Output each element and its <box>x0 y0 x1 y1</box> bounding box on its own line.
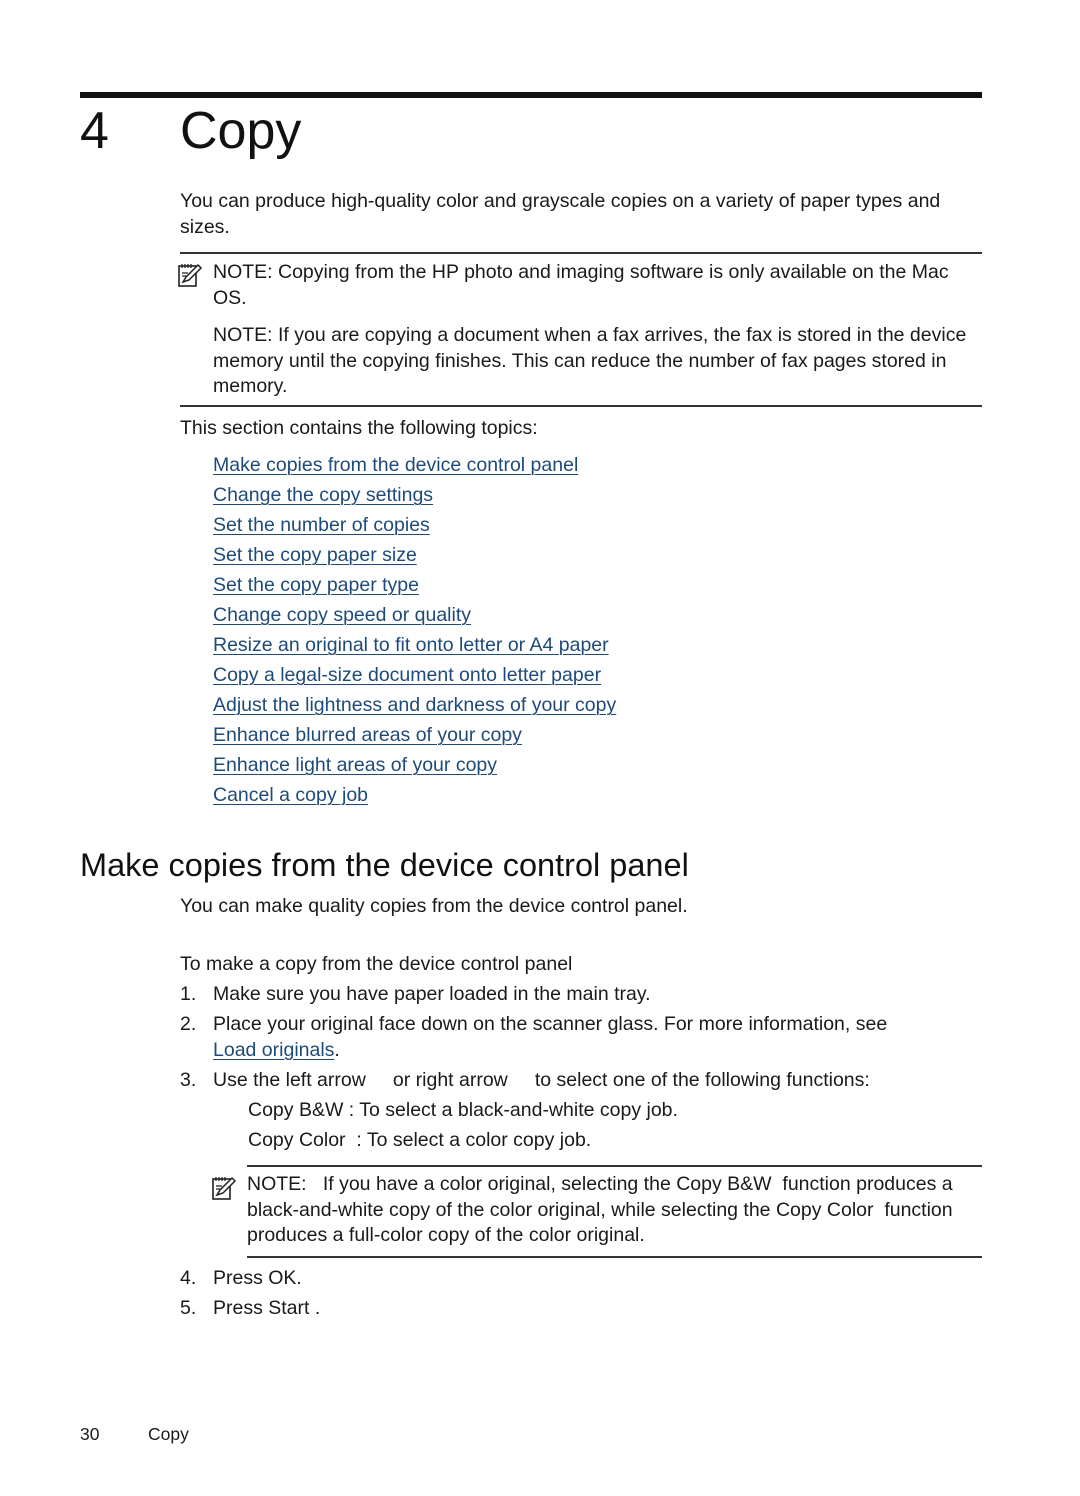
step-number: 4. <box>180 1267 197 1289</box>
chapter-intro: You can produce high-quality color and g… <box>180 190 941 238</box>
topics-intro: This section contains the following topi… <box>180 417 538 439</box>
note-text: NOTE: If you have a color original, sele… <box>247 1173 959 1246</box>
topic-link[interactable]: Cancel a copy job <box>213 780 616 810</box>
note-divider-bottom <box>180 405 982 407</box>
topics-link-list: Make copies from the device control pane… <box>213 450 616 810</box>
topic-link[interactable]: Make copies from the device control pane… <box>213 450 616 480</box>
step-number: 3. <box>180 1069 197 1091</box>
topic-link[interactable]: Set the copy paper size <box>213 540 616 570</box>
function-item: Copy B&W : To select a black-and-white c… <box>248 1099 678 1121</box>
step-number: 2. <box>180 1013 197 1035</box>
note-text: NOTE: Copying from the HP photo and imag… <box>213 261 949 309</box>
note-divider-top <box>180 252 982 254</box>
procedure-title: To make a copy from the device control p… <box>180 953 573 975</box>
section-intro: You can make quality copies from the dev… <box>180 895 688 917</box>
step-number: 5. <box>180 1297 197 1319</box>
step-text: Press OK. <box>213 1267 302 1289</box>
page-number: 30 <box>80 1424 100 1444</box>
note-divider-bottom <box>247 1256 982 1258</box>
step-text: Place your original face down on the sca… <box>213 1012 973 1063</box>
step-text: Press Start . <box>213 1297 321 1319</box>
footer-section: Copy <box>148 1424 189 1444</box>
step-text-main: Place your original face down on the sca… <box>213 1013 888 1035</box>
topic-link[interactable]: Set the number of copies <box>213 510 616 540</box>
topic-link[interactable]: Change copy speed or quality <box>213 600 616 630</box>
topic-link[interactable]: Resize an original to fit onto letter or… <box>213 630 616 660</box>
topic-link[interactable]: Enhance blurred areas of your copy <box>213 720 616 750</box>
note-divider-top <box>247 1165 982 1167</box>
function-item: Copy Color : To select a color copy job. <box>248 1129 592 1151</box>
step-text: Make sure you have paper loaded in the m… <box>213 983 651 1005</box>
topic-link[interactable]: Change the copy settings <box>213 480 616 510</box>
note-pencil-icon <box>178 263 203 287</box>
topic-link[interactable]: Adjust the lightness and darkness of you… <box>213 690 616 720</box>
step-text-after: . <box>334 1038 340 1061</box>
step-number: 1. <box>180 983 197 1005</box>
topic-link[interactable]: Enhance light areas of your copy <box>213 750 616 780</box>
chapter-number: 4 <box>80 102 109 160</box>
topic-link[interactable]: Set the copy paper type <box>213 570 616 600</box>
chapter-title: Copy <box>180 102 302 160</box>
chapter-top-rule <box>80 92 982 98</box>
note-text: NOTE: If you are copying a document when… <box>213 324 967 397</box>
topic-link[interactable]: Copy a legal-size document onto letter p… <box>213 660 616 690</box>
section-heading: Make copies from the device control pane… <box>80 847 689 883</box>
load-originals-link[interactable]: Load originals <box>213 1039 334 1061</box>
step-text: Use the left arrow or right arrow to sel… <box>213 1069 870 1091</box>
note-pencil-icon <box>212 1176 237 1200</box>
